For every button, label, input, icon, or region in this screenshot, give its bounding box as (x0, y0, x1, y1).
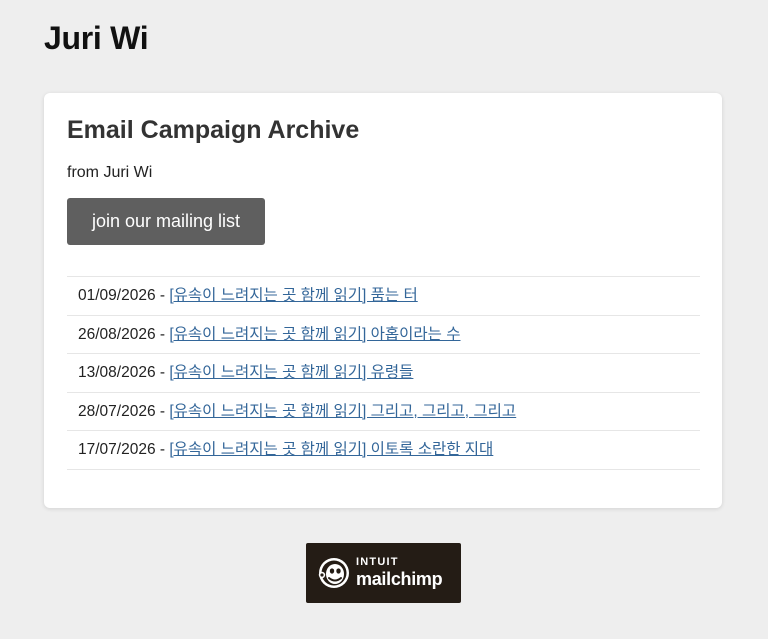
campaign-list: 01/09/2026 - [유속이 느려지는 곳 함께 읽기] 품는 터 26/… (67, 276, 700, 470)
badge-mailchimp-text: mailchimp (356, 569, 443, 589)
mailchimp-badge-link[interactable]: INTUIT mailchimp (306, 543, 461, 603)
campaign-list-item: 13/08/2026 - [유속이 느려지는 곳 함께 읽기] 유령들 (67, 354, 700, 393)
campaign-list-item: 17/07/2026 - [유속이 느려지는 곳 함께 읽기] 이토록 소란한 … (67, 431, 700, 470)
campaign-separator: - (155, 402, 170, 420)
mailchimp-freddie-icon (318, 558, 349, 588)
archive-card: Email Campaign Archive from Juri Wi join… (44, 93, 722, 508)
campaign-link[interactable]: [유속이 느려지는 곳 함께 읽기] 유령들 (169, 364, 413, 381)
campaign-date: 28/07/2026 (78, 402, 156, 420)
campaign-list-item: 01/09/2026 - [유속이 느려지는 곳 함께 읽기] 품는 터 (67, 277, 700, 316)
campaign-date: 26/08/2026 (78, 325, 156, 343)
campaign-separator: - (155, 287, 170, 304)
campaign-date: 17/07/2026 (78, 441, 156, 458)
page-title: Juri Wi (44, 20, 149, 56)
campaign-separator: - (155, 441, 170, 458)
from-text: from Juri Wi (67, 164, 153, 181)
campaign-separator: - (155, 364, 170, 381)
campaign-link[interactable]: [유속이 느려지는 곳 함께 읽기] 그리고, 그리고, 그리고 (169, 403, 516, 420)
mailchimp-badge-text: INTUIT mailchimp (356, 556, 443, 589)
campaign-link[interactable]: [유속이 느려지는 곳 함께 읽기] 품는 터 (169, 287, 417, 304)
campaign-list-item: 26/08/2026 - [유속이 느려지는 곳 함께 읽기] 아홉이라는 수 (67, 316, 700, 354)
campaign-list-item: 28/07/2026 - [유속이 느려지는 곳 함께 읽기] 그리고, 그리고… (67, 393, 700, 431)
campaign-date: 13/08/2026 (78, 364, 156, 381)
campaign-link[interactable]: [유속이 느려지는 곳 함께 읽기] 이토록 소란한 지대 (169, 441, 493, 458)
join-mailing-list-button[interactable]: join our mailing list (67, 198, 265, 245)
badge-intuit-text: INTUIT (356, 556, 399, 568)
campaign-separator: - (155, 325, 170, 343)
campaign-date: 01/09/2026 (78, 287, 156, 304)
archive-heading: Email Campaign Archive (67, 116, 360, 144)
campaign-link[interactable]: [유속이 느려지는 곳 함께 읽기] 아홉이라는 수 (169, 326, 460, 343)
